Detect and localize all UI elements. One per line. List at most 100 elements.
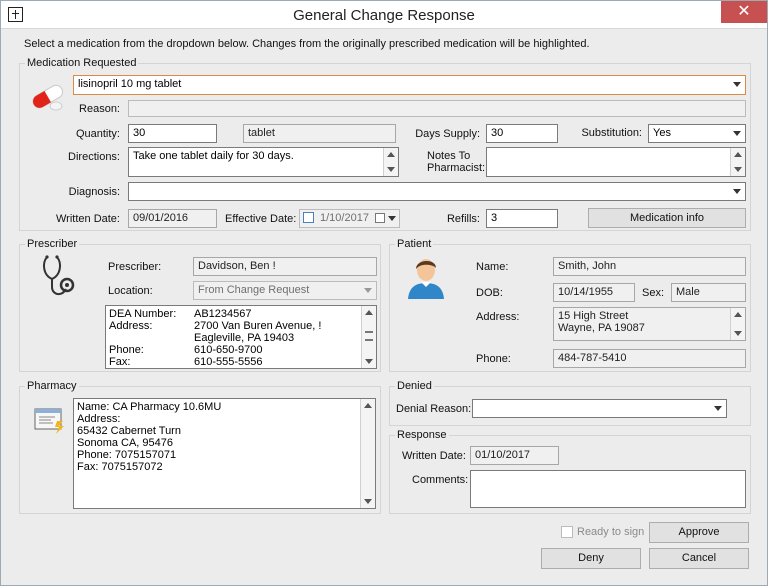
scroll-down-icon[interactable] — [364, 499, 372, 504]
patient-address-line2: Wayne, PA 19087 — [558, 322, 645, 334]
dob-label: DOB: — [476, 287, 503, 299]
prescriber-group: Prescriber Prescriber: Davidson, Ben ! L… — [19, 238, 381, 372]
details-label — [109, 332, 176, 344]
close-icon[interactable]: ✕ — [721, 1, 767, 23]
patient-legend: Patient — [395, 238, 434, 250]
general-change-response-window: General Change Response ✕ Select a medic… — [0, 0, 768, 586]
quantity-label: Quantity: — [75, 128, 120, 140]
refills-label: Refills: — [446, 213, 480, 225]
location-dropdown[interactable]: From Change Request — [193, 281, 377, 300]
scroll-up-icon[interactable] — [734, 152, 742, 157]
patient-group: Patient Name: Smith, John DOB: 10/14/195… — [389, 238, 751, 372]
diagnosis-dropdown[interactable] — [128, 182, 746, 201]
medication-info-button[interactable]: Medication info — [588, 208, 746, 228]
window-title: General Change Response — [293, 7, 475, 24]
scroll-down-icon[interactable] — [734, 331, 742, 336]
location-label: Location: — [108, 285, 153, 297]
location-value: From Change Request — [198, 284, 310, 296]
scroll-up-icon[interactable] — [387, 152, 395, 157]
notes-to-pharmacist-textarea[interactable] — [486, 147, 746, 177]
prescriber-details-values: AB1234567 2700 Van Buren Avenue, ! Eagle… — [194, 308, 321, 368]
denied-legend: Denied — [395, 380, 434, 392]
scroll-thumb[interactable] — [365, 330, 373, 341]
effective-date-value: 1/10/2017 — [320, 212, 369, 224]
pharmacy-details-scrollbar[interactable] — [360, 399, 375, 508]
response-group: Response Written Date: 01/10/2017 Commen… — [389, 429, 751, 514]
pharmacy-prescription-icon — [34, 408, 64, 434]
title-bar: General Change Response ✕ — [1, 1, 767, 29]
notes-scrollbar[interactable] — [730, 148, 745, 176]
deny-button[interactable]: Deny — [541, 548, 641, 569]
prescriber-details-labels: DEA Number: Address: Phone: Fax: — [109, 308, 176, 368]
directions-scrollbar[interactable] — [383, 148, 398, 176]
quantity-unit-field: tablet — [243, 124, 396, 143]
denied-group: Denied Denial Reason: — [389, 380, 751, 426]
response-written-date-field: 01/10/2017 — [470, 446, 559, 465]
scroll-down-icon[interactable] — [734, 167, 742, 172]
refills-input[interactable]: 3 — [486, 209, 558, 228]
patient-name-field: Smith, John — [553, 257, 746, 276]
address-line2-value: Eagleville, PA 19403 — [194, 332, 295, 344]
effective-date-checkbox[interactable] — [303, 212, 314, 223]
chevron-down-icon — [714, 406, 722, 411]
scroll-up-icon[interactable] — [364, 403, 372, 408]
pharmacy-fax-line: Fax: 7075157072 — [77, 461, 163, 473]
pharmacy-phone-line: Phone: 7075157071 — [77, 449, 177, 461]
denial-reason-label: Denial Reason: — [396, 403, 472, 415]
pharmacy-street-line: 65432 Cabernet Turn — [77, 425, 181, 437]
instruction-text: Select a medication from the dropdown be… — [24, 38, 590, 50]
pharmacy-name-line: Name: CA Pharmacy 10.6MU — [77, 401, 222, 413]
notes-label-line2: Pharmacist: — [427, 162, 486, 174]
pharmacy-group: Pharmacy Name: CA Pharmacy 10.6MU Addres… — [19, 380, 381, 514]
details-label: DEA Number: — [109, 308, 177, 320]
patient-address-scrollbar[interactable] — [730, 308, 745, 340]
patient-address-box[interactable]: 15 High Street Wayne, PA 19087 — [553, 307, 746, 341]
patient-phone-label: Phone: — [476, 353, 511, 365]
phone-value: 610-650-9700 — [194, 344, 263, 356]
prescriber-label: Prescriber: — [108, 261, 162, 273]
ready-to-sign-checkbox[interactable] — [561, 526, 573, 538]
pharmacy-city-line: Sonoma CA, 95476 — [77, 437, 174, 449]
chevron-down-icon — [733, 82, 741, 87]
quantity-input[interactable]: 30 — [128, 124, 217, 143]
comments-textarea[interactable] — [470, 470, 746, 508]
details-label: Address: — [109, 320, 153, 332]
denial-reason-dropdown[interactable] — [472, 399, 727, 418]
scroll-down-icon[interactable] — [387, 167, 395, 172]
details-label: Phone: — [109, 344, 144, 356]
substitution-label: Substitution: — [581, 127, 642, 139]
prescriber-details-scrollbar[interactable] — [361, 306, 376, 368]
scroll-down-icon[interactable] — [365, 359, 373, 364]
patient-name-label: Name: — [476, 261, 509, 273]
patient-avatar-icon — [408, 259, 444, 299]
medication-value: lisinopril 10 mg tablet — [78, 78, 182, 90]
calendar-icon[interactable] — [375, 213, 385, 223]
effective-date-picker[interactable]: 1/10/2017 — [299, 209, 400, 228]
scroll-up-icon[interactable] — [734, 312, 742, 317]
prescriber-details-box[interactable]: DEA Number: Address: Phone: Fax: AB12345… — [105, 305, 377, 369]
fax-value: 610-555-5556 — [194, 356, 263, 368]
prescriber-name-field: Davidson, Ben ! — [193, 257, 377, 276]
patient-address-label: Address: — [476, 311, 520, 323]
response-legend: Response — [395, 429, 449, 441]
pharmacy-address-label-line: Address: — [77, 413, 121, 425]
effective-date-label: Effective Date: — [225, 213, 297, 225]
notes-label-line1: Notes To — [427, 150, 471, 162]
directions-label: Directions: — [68, 151, 120, 163]
directions-textarea[interactable]: Take one tablet daily for 30 days. — [128, 147, 399, 177]
substitution-dropdown[interactable]: Yes — [648, 124, 746, 143]
medication-requested-group: Medication Requested lisinopril 10 mg ta… — [19, 57, 751, 231]
medication-dropdown[interactable]: lisinopril 10 mg tablet — [73, 75, 746, 95]
patient-address-line1: 15 High Street — [558, 310, 629, 322]
cancel-button[interactable]: Cancel — [649, 548, 749, 569]
dob-field: 10/14/1955 — [553, 283, 635, 302]
approve-button[interactable]: Approve — [649, 522, 749, 543]
chevron-down-icon — [388, 216, 396, 221]
scroll-up-icon[interactable] — [365, 310, 373, 315]
written-date-field: 09/01/2016 — [128, 209, 217, 228]
ready-to-sign-label: Ready to sign — [577, 526, 645, 538]
days-supply-input[interactable]: 30 — [486, 124, 558, 143]
sex-field: Male — [671, 283, 746, 302]
pharmacy-details-box[interactable]: Name: CA Pharmacy 10.6MU Address: 65432 … — [73, 398, 376, 509]
prescriber-legend: Prescriber — [25, 238, 80, 250]
